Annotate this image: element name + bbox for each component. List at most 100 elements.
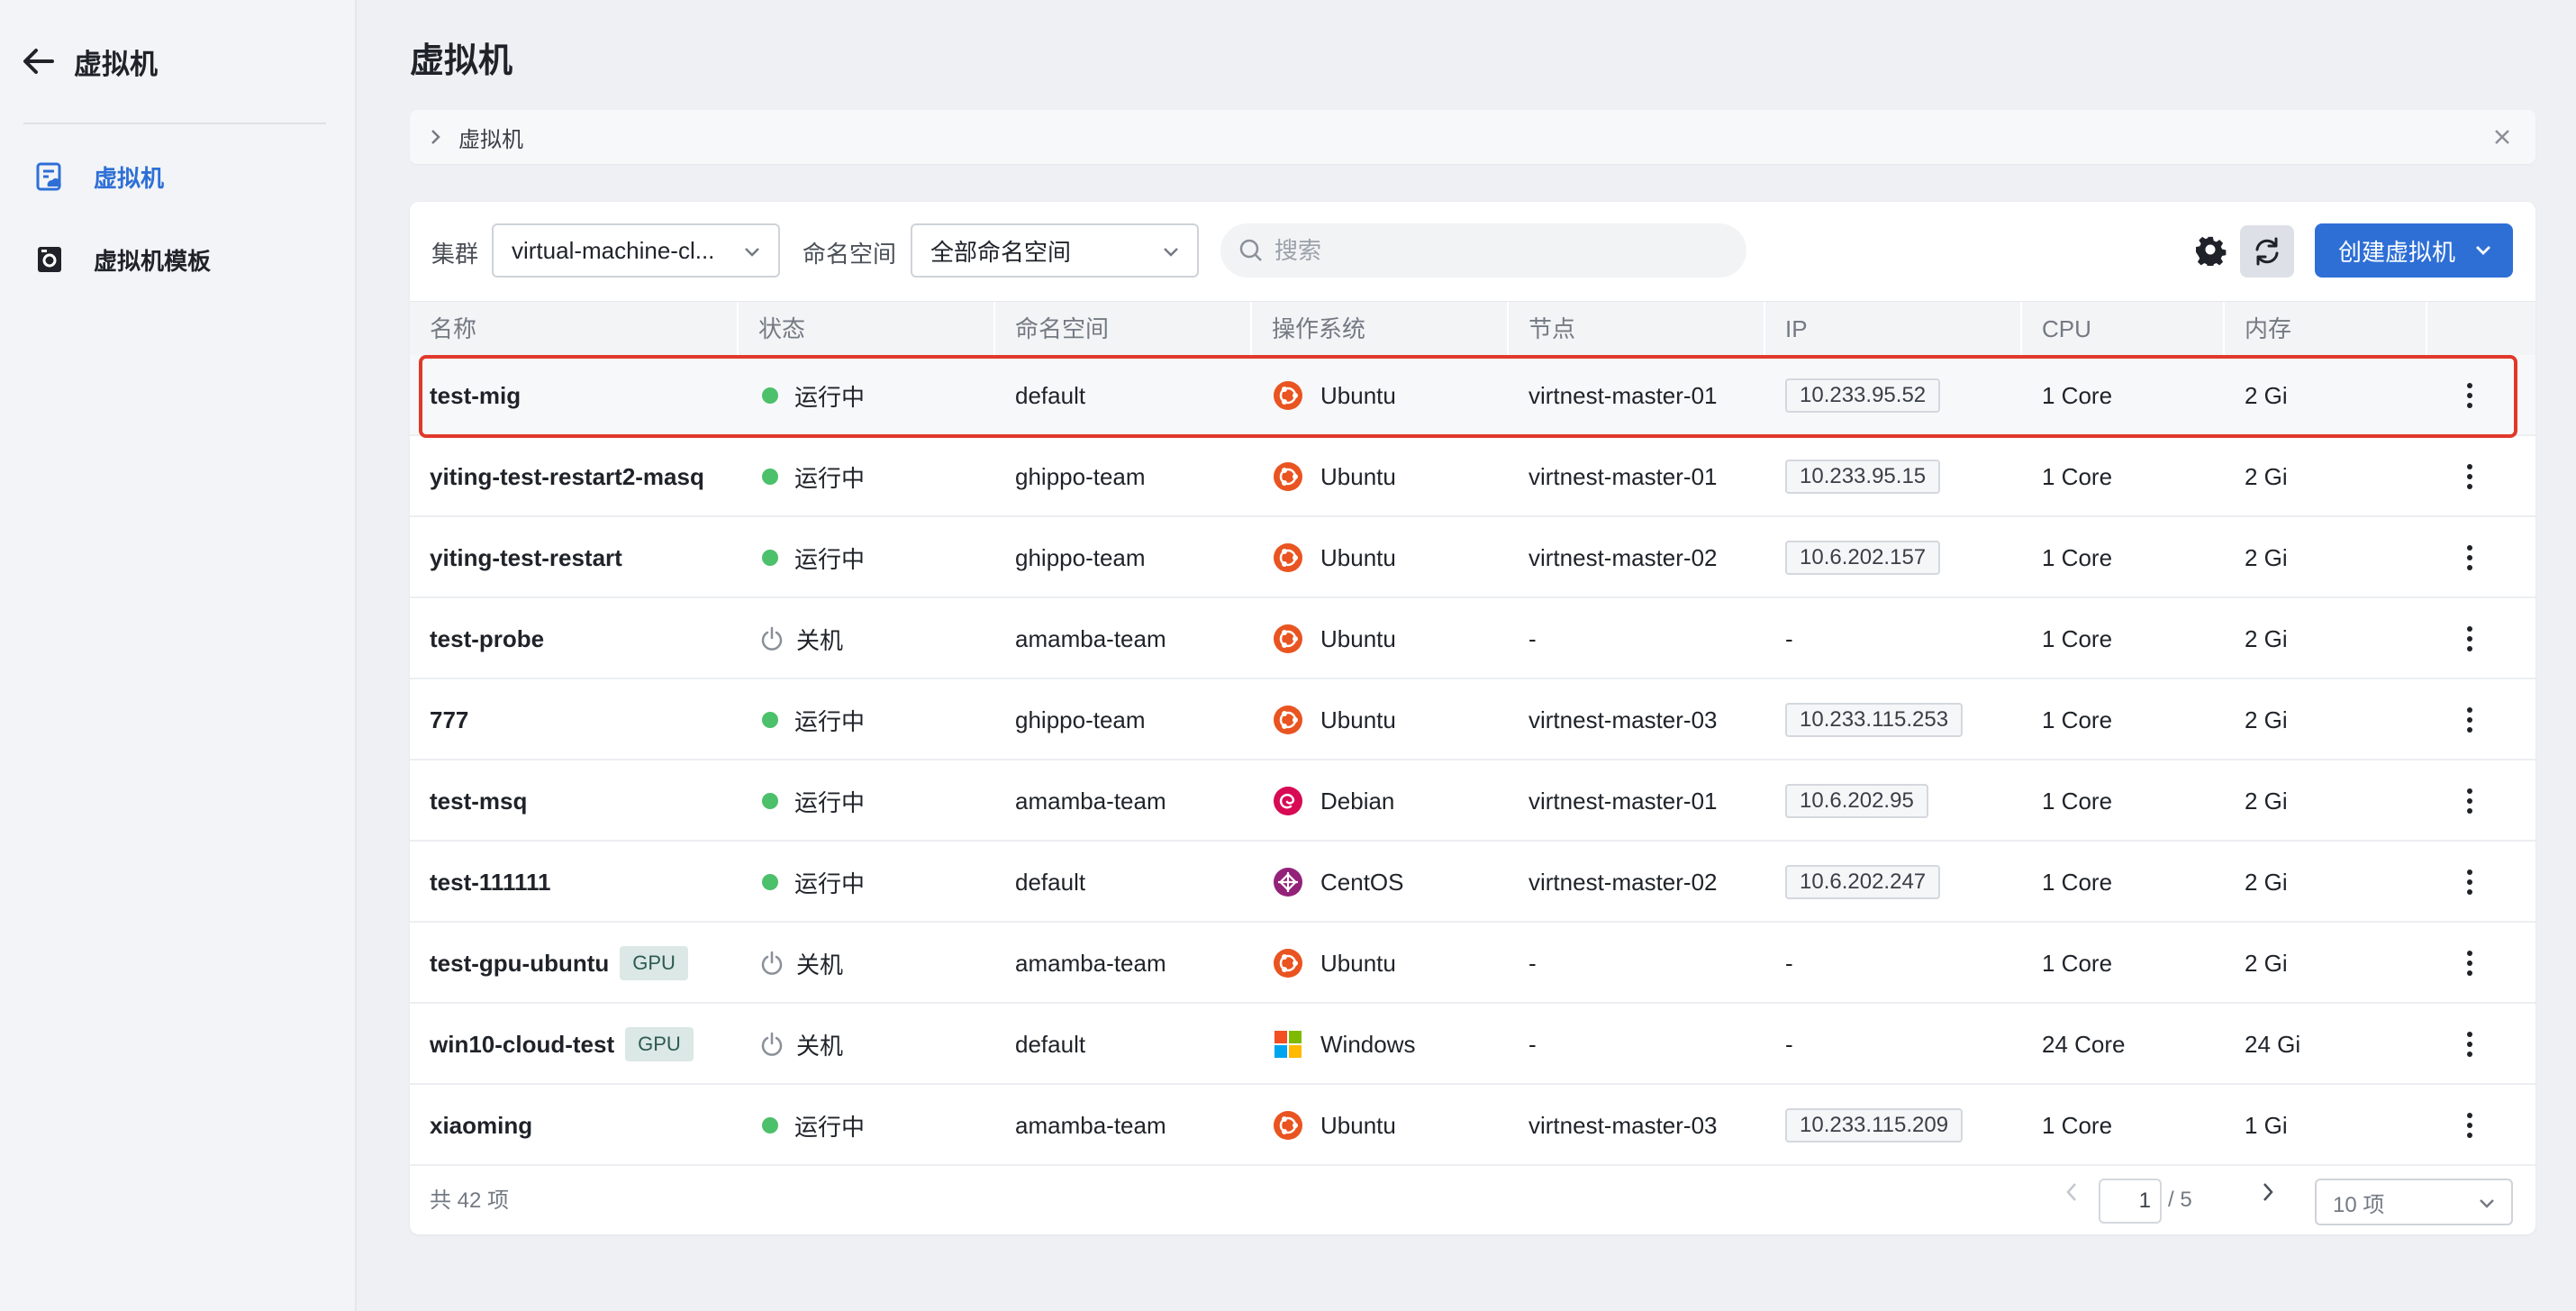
vm-name-text: test-111111	[430, 868, 551, 896]
gpu-badge: GPU	[625, 1027, 694, 1061]
power-off-icon	[758, 950, 785, 977]
status-cell: 运行中	[739, 679, 865, 760]
vm-name-text: 777	[430, 706, 469, 733]
col-header-memory[interactable]: 内存	[2225, 302, 2427, 356]
table-row[interactable]: test-mig 运行中 default Ubuntu virtnest-master-…	[410, 355, 2535, 436]
memory-cell: 1 Gi	[2245, 1111, 2288, 1139]
row-actions	[2436, 355, 2483, 436]
node-cell: virtnest-master-03	[1528, 1111, 1718, 1139]
prev-page-icon[interactable]	[2058, 1179, 2085, 1206]
table-row[interactable]: win10-cloud-test GPU 关机 default Windows - - 24 …	[410, 1004, 2535, 1085]
node-cell: virtnest-master-01	[1528, 381, 1718, 409]
vm-name[interactable]: yiting-test-restart	[410, 517, 739, 598]
breadcrumb-item[interactable]: 虚拟机	[458, 122, 523, 153]
os-name: Ubuntu	[1320, 624, 1396, 652]
status-cell: 关机	[739, 1004, 843, 1085]
table-row[interactable]: xiaoming 运行中 amamba-team Ubuntu virtnest-mas…	[410, 1085, 2535, 1166]
more-vertical-icon[interactable]	[2456, 945, 2483, 981]
status-text: 运行中	[794, 1113, 866, 1141]
status-text: 运行中	[794, 464, 866, 492]
table-row[interactable]: test-111111 运行中 default CentOS virtnest-mast…	[410, 842, 2535, 923]
more-vertical-icon[interactable]	[2456, 378, 2483, 414]
col-header-name[interactable]: 名称	[410, 302, 739, 356]
os-cell: Ubuntu	[1252, 923, 1396, 1004]
search-box[interactable]	[1220, 223, 1746, 278]
sidebar-item-vm[interactable]: 虚拟机	[0, 135, 355, 218]
table-row[interactable]: yiting-test-restart 运行中 ghippo-team Ubuntu v…	[410, 517, 2535, 598]
sidebar: 虚拟机 虚拟机 虚拟机模板	[0, 0, 357, 1311]
table-row[interactable]: test-probe 关机 amamba-team Ubuntu - - 1 Core 2 G…	[410, 598, 2535, 679]
sidebar-item-vm-template[interactable]: 虚拟机模板	[0, 218, 355, 301]
os-name: Ubuntu	[1320, 706, 1396, 733]
table-row[interactable]: test-gpu-ubuntu GPU 关机 amamba-team Ubuntu - - 1…	[410, 923, 2535, 1004]
namespace-select-value: 全部命名空间	[930, 238, 1072, 266]
more-vertical-icon[interactable]	[2456, 459, 2483, 495]
vm-name-text: test-gpu-ubuntu	[430, 949, 610, 977]
more-vertical-icon[interactable]	[2456, 783, 2483, 819]
namespace-cell: amamba-team	[1015, 624, 1166, 652]
node-cell: -	[1528, 1030, 1537, 1058]
cpu-cell: 1 Core	[2042, 787, 2113, 815]
ubuntu-icon	[1272, 704, 1304, 736]
memory-cell: 2 Gi	[2245, 462, 2288, 490]
vm-name[interactable]: win10-cloud-test GPU	[410, 1004, 739, 1085]
vm-name[interactable]: 777	[410, 679, 739, 760]
col-header-namespace[interactable]: 命名空间	[995, 302, 1252, 356]
table-header: 名称 状态 命名空间 操作系统 节点 IP CPU 内存	[410, 301, 2535, 356]
status-text: 关机	[796, 626, 844, 654]
page-title: 虚拟机	[410, 42, 513, 80]
search-input[interactable]	[1274, 236, 1707, 265]
more-vertical-icon[interactable]	[2456, 864, 2483, 900]
namespace-select[interactable]: 全部命名空间	[911, 223, 1199, 278]
refresh-button[interactable]	[2240, 225, 2294, 278]
row-actions	[2436, 1004, 2483, 1085]
power-off-icon	[758, 1031, 785, 1058]
back-arrow-icon[interactable]	[20, 43, 56, 79]
vm-name[interactable]: test-msq	[410, 760, 739, 842]
vm-name[interactable]: test-gpu-ubuntu GPU	[410, 923, 739, 1004]
ip-badge: 10.233.115.253	[1785, 703, 1964, 737]
page-number-input[interactable]	[2099, 1179, 2162, 1224]
next-page-icon[interactable]	[2254, 1179, 2281, 1206]
close-icon[interactable]	[2489, 123, 2516, 150]
cpu-cell: 1 Core	[2042, 949, 2113, 977]
vm-name[interactable]: test-111111	[410, 842, 739, 923]
vm-name[interactable]: test-probe	[410, 598, 739, 679]
os-cell: Ubuntu	[1252, 1085, 1396, 1166]
gear-icon[interactable]	[2193, 232, 2229, 269]
ip-cell: -	[1765, 1004, 1793, 1085]
cpu-cell: 1 Core	[2042, 706, 2113, 733]
vm-name[interactable]: xiaoming	[410, 1085, 739, 1166]
status-cell: 运行中	[739, 1085, 865, 1166]
col-header-ip[interactable]: IP	[1765, 302, 2022, 356]
col-header-os[interactable]: 操作系统	[1252, 302, 1509, 356]
vm-name-text: test-mig	[430, 381, 522, 409]
more-vertical-icon[interactable]	[2456, 1026, 2483, 1062]
vm-name[interactable]: test-mig	[410, 355, 739, 436]
more-vertical-icon[interactable]	[2456, 621, 2483, 657]
more-vertical-icon[interactable]	[2456, 1107, 2483, 1143]
status-cell: 关机	[739, 923, 843, 1004]
row-actions	[2436, 842, 2483, 923]
sidebar-header: 虚拟机	[0, 0, 355, 123]
vm-list-icon	[34, 161, 65, 192]
cluster-select[interactable]: virtual-machine-cl...	[492, 223, 780, 278]
table-row[interactable]: 777 运行中 ghippo-team Ubuntu virtnest-master-0…	[410, 679, 2535, 760]
ubuntu-icon	[1272, 947, 1304, 979]
more-vertical-icon[interactable]	[2456, 702, 2483, 738]
memory-cell: 2 Gi	[2245, 706, 2288, 733]
table-row[interactable]: test-msq 运行中 amamba-team Debian virtnest-mas…	[410, 760, 2535, 842]
create-vm-button[interactable]: 创建虚拟机	[2315, 223, 2513, 278]
col-header-status[interactable]: 状态	[739, 302, 995, 356]
vm-name[interactable]: yiting-test-restart2-masq	[410, 436, 739, 517]
memory-cell: 2 Gi	[2245, 624, 2288, 652]
page-size-select[interactable]: 10 项	[2315, 1179, 2513, 1225]
table-row[interactable]: yiting-test-restart2-masq 运行中 ghippo-team U…	[410, 436, 2535, 517]
col-header-cpu[interactable]: CPU	[2022, 302, 2225, 356]
windows-icon	[1272, 1028, 1304, 1061]
col-header-node[interactable]: 节点	[1509, 302, 1765, 356]
ip-badge: 10.233.115.209	[1785, 1108, 1964, 1143]
more-vertical-icon[interactable]	[2456, 540, 2483, 576]
chevron-down-icon	[2476, 246, 2490, 255]
power-off-icon	[758, 625, 785, 652]
